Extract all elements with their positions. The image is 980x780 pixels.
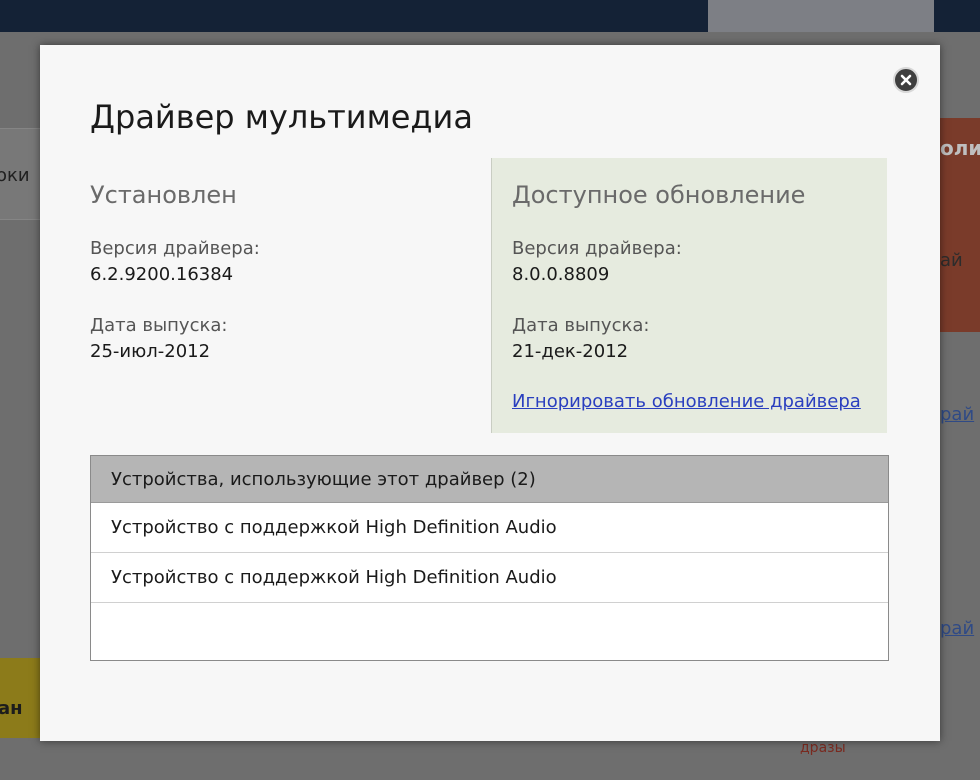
background-right-button-label: оли — [940, 136, 980, 160]
background-left-label: оки — [0, 165, 30, 186]
driver-dialog: Драйвер мультимедиа Установлен Версия др… — [40, 45, 940, 741]
installed-version-value: 6.2.9200.16384 — [90, 264, 234, 285]
dialog-title: Драйвер мультимедиа — [90, 98, 473, 136]
devices-list: Устройства, использующие этот драйвер (2… — [90, 455, 889, 661]
close-button[interactable] — [893, 67, 919, 93]
update-date-label: Дата выпуска: — [512, 315, 650, 336]
background-header-panel — [708, 0, 934, 32]
installed-date-value: 25-июл-2012 — [90, 341, 211, 362]
update-version-value: 8.0.0.8809 — [512, 264, 610, 285]
background-bottom-label: дразы — [800, 740, 846, 756]
background-header — [0, 0, 980, 32]
installed-version-label: Версия драйвера: — [90, 238, 260, 259]
background-right-link: рай — [940, 404, 975, 425]
background-left-banner-label: ан — [0, 698, 23, 719]
list-item[interactable]: Устройство с поддержкой High Definition … — [91, 503, 888, 553]
installed-date-label: Дата выпуска: — [90, 315, 228, 336]
update-date-value: 21-дек-2012 — [512, 341, 629, 362]
update-version-label: Версия драйвера: — [512, 238, 682, 259]
background-right-link: рай — [940, 618, 975, 639]
ignore-update-link[interactable]: Игнорировать обновление драйвера — [512, 391, 861, 412]
list-item[interactable]: Устройство с поддержкой High Definition … — [91, 553, 888, 603]
close-icon — [900, 74, 912, 86]
background-right-label: ай — [940, 250, 963, 271]
installed-heading: Установлен — [90, 181, 237, 209]
installed-panel: Установлен Версия драйвера: 6.2.9200.163… — [90, 158, 490, 433]
update-heading: Доступное обновление — [512, 181, 806, 209]
update-panel: Доступное обновление Версия драйвера: 8.… — [491, 158, 887, 433]
devices-list-header: Устройства, использующие этот драйвер (2… — [91, 456, 888, 503]
